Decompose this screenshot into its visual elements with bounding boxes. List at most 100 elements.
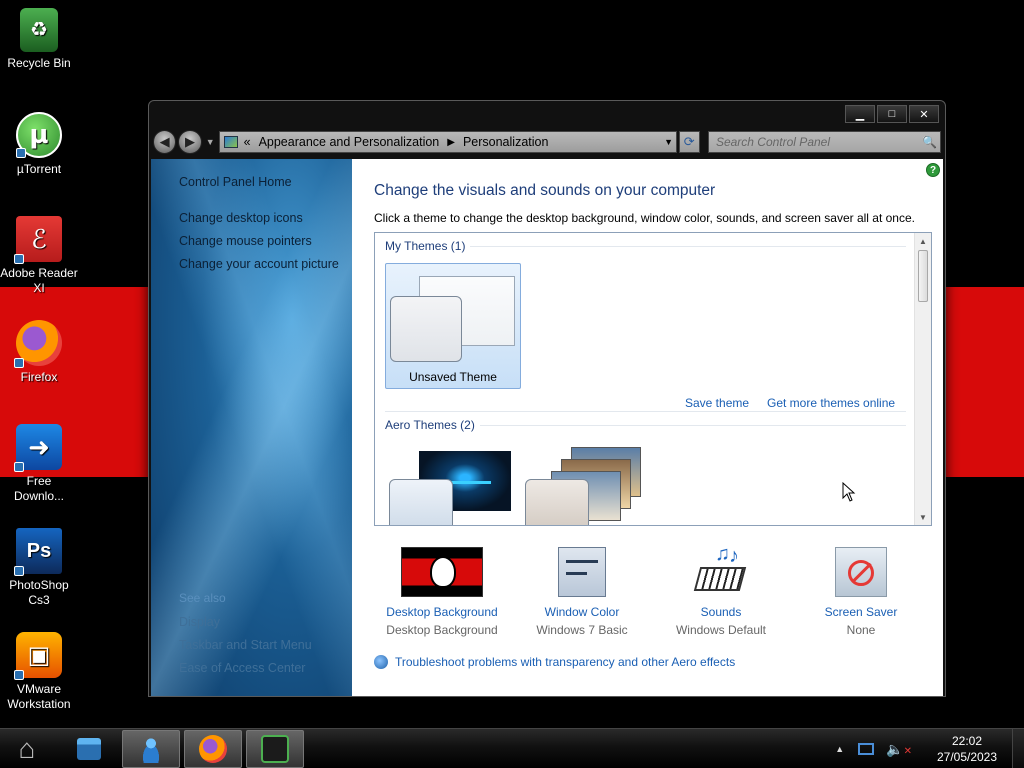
taskbar: ⌂ ▲ 🔈✕ 22:02 27/05/2023 bbox=[0, 728, 1024, 768]
setting-value: Desktop Background bbox=[386, 623, 498, 637]
group-divider bbox=[480, 425, 906, 426]
firefox-icon bbox=[199, 735, 227, 763]
group-divider bbox=[470, 246, 906, 247]
sidebar-display[interactable]: Display bbox=[151, 611, 352, 634]
shortcut-arrow-icon bbox=[14, 566, 24, 576]
scroll-thumb[interactable] bbox=[918, 250, 928, 302]
sounds-setting[interactable]: ♫ ♪ Sounds Windows Default bbox=[651, 543, 791, 639]
sidebar-change-account-picture[interactable]: Change your account picture bbox=[151, 253, 352, 276]
desktop-icon-recycle-bin[interactable]: ♻ Recycle Bin bbox=[0, 8, 78, 71]
clock-time: 22:02 bbox=[951, 734, 983, 748]
desktop-icon-label: PhotoShop Cs3 bbox=[9, 578, 69, 607]
taskbar-firefox[interactable] bbox=[184, 730, 242, 768]
control-panel-icon bbox=[261, 735, 289, 763]
desktop-icon-utorrent[interactable]: µ µTorrent bbox=[0, 112, 78, 177]
recycle-bin-icon: ♻ bbox=[20, 8, 58, 52]
theme-unsaved-label: Unsaved Theme bbox=[409, 370, 497, 384]
setting-value: Windows Default bbox=[675, 623, 767, 637]
search-box[interactable]: 🔍 bbox=[707, 131, 942, 153]
control-panel-icon bbox=[223, 136, 238, 148]
breadcrumb-separator-icon[interactable]: ▶ bbox=[447, 137, 455, 148]
save-theme-link[interactable]: Save theme bbox=[685, 396, 749, 410]
sidebar-taskbar-start-menu[interactable]: Taskbar and Start Menu bbox=[151, 634, 352, 657]
address-bar[interactable]: « Appearance and Personalization ▶ Perso… bbox=[218, 131, 677, 153]
setting-value: Windows 7 Basic bbox=[536, 623, 628, 637]
desktop-icon-vmware[interactable]: ▣ VMware Workstation bbox=[0, 632, 78, 712]
shortcut-arrow-icon bbox=[14, 358, 24, 368]
recent-pages-dropdown[interactable]: ▼ bbox=[206, 137, 215, 147]
address-prefix[interactable]: « bbox=[244, 135, 251, 149]
screen-saver-setting[interactable]: Screen Saver None bbox=[791, 547, 931, 639]
taskbar-contacts[interactable] bbox=[122, 730, 180, 768]
desktop-icon-adobe-reader[interactable]: ℰ Adobe Reader XI bbox=[0, 216, 78, 296]
setting-title[interactable]: Screen Saver bbox=[825, 603, 898, 621]
photoshop-icon: Ps bbox=[14, 528, 62, 576]
help-button[interactable]: ? bbox=[926, 163, 940, 177]
minimize-button[interactable]: ▁ bbox=[845, 105, 875, 123]
group-my-themes: My Themes (1) bbox=[385, 239, 466, 253]
search-input[interactable] bbox=[715, 135, 923, 149]
setting-title[interactable]: Sounds bbox=[701, 603, 742, 621]
vmware-icon: ▣ bbox=[14, 632, 62, 680]
sidebar-control-panel-home[interactable]: Control Panel Home bbox=[151, 171, 352, 194]
desktop-icon-label: Recycle Bin bbox=[7, 56, 71, 70]
troubleshoot-label[interactable]: Troubleshoot problems with transparency … bbox=[395, 655, 735, 669]
sidebar-ease-of-access[interactable]: Ease of Access Center bbox=[151, 657, 352, 680]
theme-aero-2-window bbox=[525, 479, 589, 525]
get-more-themes-link[interactable]: Get more themes online bbox=[767, 396, 895, 410]
explorer-icon bbox=[77, 738, 101, 760]
address-dropdown-icon[interactable]: ▼ bbox=[662, 137, 676, 147]
refresh-button[interactable]: ⟳ bbox=[678, 131, 700, 153]
desktop-icon-photoshop[interactable]: Ps PhotoShop Cs3 bbox=[0, 528, 78, 608]
troubleshoot-link[interactable]: Troubleshoot problems with transparency … bbox=[374, 655, 735, 669]
system-tray: ▲ 🔈✕ 22:02 27/05/2023 bbox=[835, 729, 1024, 768]
sidebar-change-desktop-icons[interactable]: Change desktop icons bbox=[151, 207, 352, 230]
screen-saver-icon bbox=[835, 547, 887, 597]
adobe-reader-icon: ℰ bbox=[14, 216, 62, 264]
group-aero-themes: Aero Themes (2) bbox=[385, 418, 475, 432]
forward-button[interactable]: ▶ bbox=[178, 130, 202, 154]
start-button[interactable]: ⌂ bbox=[4, 731, 50, 767]
back-button[interactable]: ◀ bbox=[153, 130, 177, 154]
taskbar-explorer[interactable] bbox=[60, 730, 118, 768]
scroll-up-icon[interactable]: ▲ bbox=[915, 233, 931, 249]
page-subtitle: Click a theme to change the desktop back… bbox=[374, 211, 915, 225]
sidebar-change-mouse-pointers[interactable]: Change mouse pointers bbox=[151, 230, 352, 253]
see-also-heading: See also bbox=[179, 591, 226, 605]
close-button[interactable]: ✕ bbox=[909, 105, 939, 123]
clock-date: 27/05/2023 bbox=[936, 750, 998, 764]
shortcut-arrow-icon bbox=[14, 462, 24, 472]
desktop-icon-firefox[interactable]: Firefox bbox=[0, 320, 78, 385]
desktop-icon-free-download-manager[interactable]: ➜ Free Downlo... bbox=[0, 424, 78, 504]
theme-aero-1-window bbox=[389, 479, 453, 525]
search-icon[interactable]: 🔍 bbox=[922, 135, 940, 149]
show-desktop-button[interactable] bbox=[1012, 729, 1024, 768]
desktop-icon-label: µTorrent bbox=[16, 162, 62, 176]
window-controls: ▁ □ ✕ bbox=[845, 105, 939, 123]
theme-unsaved[interactable]: Unsaved Theme bbox=[385, 263, 521, 389]
scroll-down-icon[interactable]: ▼ bbox=[915, 509, 931, 525]
window-color-setting[interactable]: Window Color Windows 7 Basic bbox=[512, 547, 652, 639]
desktop-background-icon bbox=[401, 547, 483, 597]
personalization-window: ▁ □ ✕ ◀ ▶ ▼ « Appearance and Personaliza… bbox=[148, 100, 946, 697]
theme-settings: Desktop Background Desktop Background Wi… bbox=[372, 543, 934, 639]
theme-preview-window bbox=[390, 296, 462, 362]
network-icon[interactable] bbox=[858, 743, 875, 755]
window-color-icon bbox=[558, 547, 606, 597]
maximize-button[interactable]: □ bbox=[877, 105, 907, 123]
navigation-bar: ◀ ▶ ▼ « Appearance and Personalization ▶… bbox=[153, 129, 942, 155]
desktop-icon-label: Adobe Reader XI bbox=[0, 266, 78, 295]
theme-list-scrollbar[interactable]: ▲ ▼ bbox=[914, 233, 931, 525]
free-download-manager-icon: ➜ bbox=[14, 424, 62, 472]
taskbar-control-panel[interactable] bbox=[246, 730, 304, 768]
clock[interactable]: 22:02 27/05/2023 bbox=[932, 733, 1002, 765]
setting-title[interactable]: Window Color bbox=[545, 603, 620, 621]
breadcrumb-personalization[interactable]: Personalization bbox=[463, 135, 548, 149]
breadcrumb-appearance[interactable]: Appearance and Personalization bbox=[259, 135, 440, 149]
show-hidden-icons-button[interactable]: ▲ bbox=[835, 744, 844, 754]
shortcut-arrow-icon bbox=[14, 254, 24, 264]
setting-title[interactable]: Desktop Background bbox=[386, 603, 497, 621]
desktop-background-setting[interactable]: Desktop Background Desktop Background bbox=[372, 547, 512, 639]
main-panel: ? Change the visuals and sounds on your … bbox=[352, 159, 943, 696]
volume-muted-icon[interactable]: 🔈✕ bbox=[886, 741, 912, 758]
